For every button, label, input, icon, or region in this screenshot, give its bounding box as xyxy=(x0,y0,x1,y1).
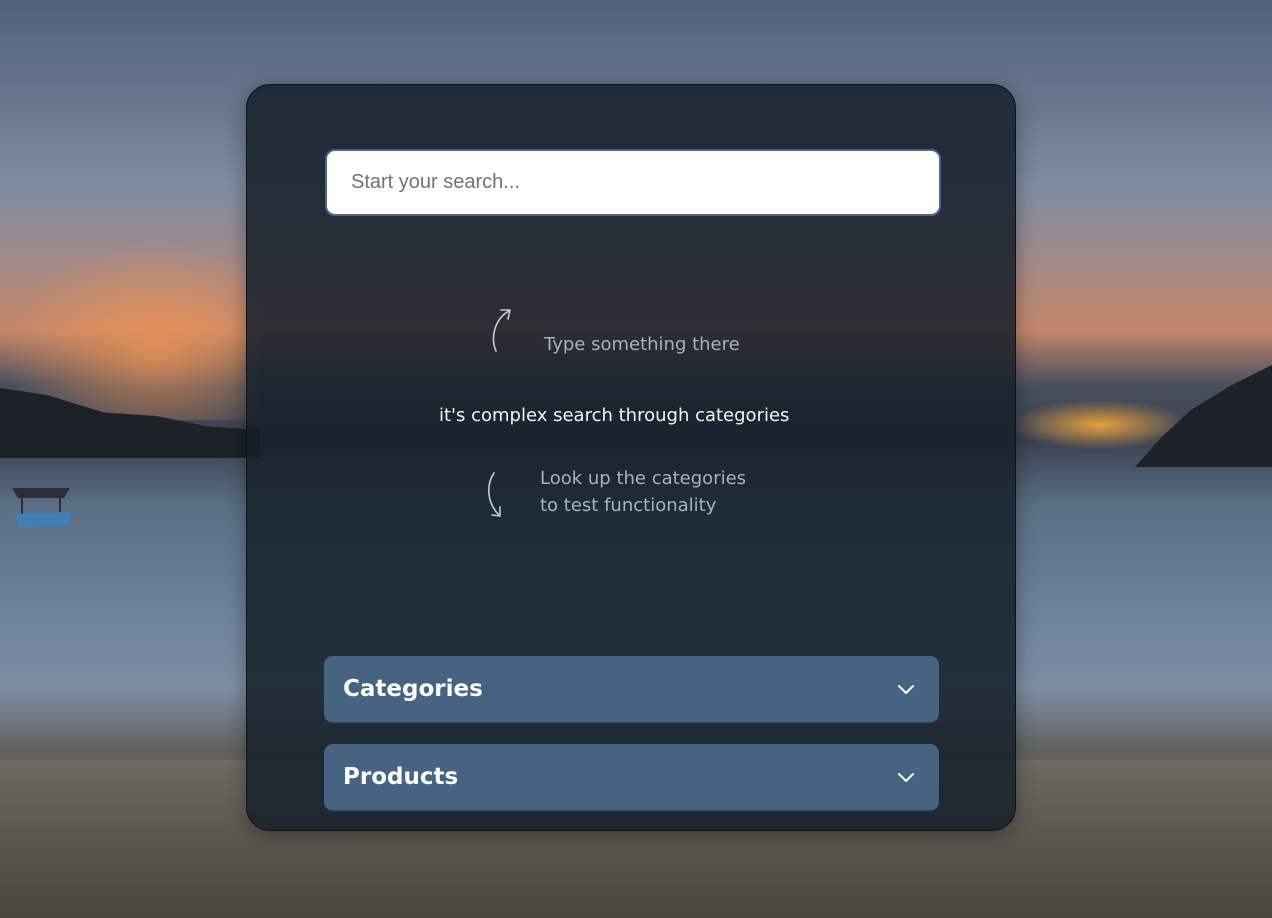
boat-icon xyxy=(12,488,72,528)
sunset-glow-left xyxy=(0,240,260,420)
products-accordion-title: Products xyxy=(343,764,459,790)
search-panel: Type something there it's complex search… xyxy=(246,84,1016,831)
hint-line-1: Look up the categories xyxy=(540,468,747,489)
hint-line-2: to test functionality xyxy=(540,495,717,516)
chevron-down-icon[interactable] xyxy=(897,680,915,698)
hint-look-up-categories: Look up the categories to test functiona… xyxy=(540,465,746,519)
main-hint-text: it's complex search through categories xyxy=(439,405,790,426)
curved-arrow-down-icon xyxy=(488,472,501,517)
categories-accordion[interactable]: Categories xyxy=(324,656,939,723)
chevron-down-icon[interactable] xyxy=(897,768,915,786)
hint-type-something: Type something there xyxy=(544,334,740,355)
search-input[interactable] xyxy=(325,149,941,216)
curved-arrow-up-icon xyxy=(492,309,511,352)
products-accordion[interactable]: Products xyxy=(324,744,939,811)
categories-accordion-title: Categories xyxy=(343,676,483,702)
